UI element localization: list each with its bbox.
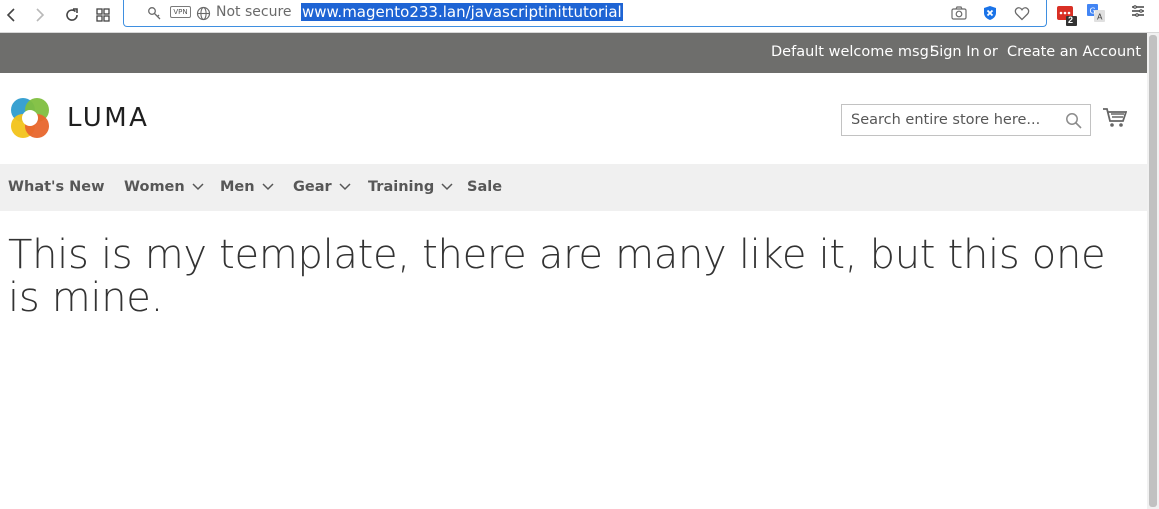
page-title: This is my template, there are many like… — [8, 232, 1106, 321]
svg-text:G: G — [1090, 7, 1096, 16]
menu-icon[interactable] — [1131, 4, 1151, 24]
sign-in-link[interactable]: Sign In — [930, 44, 980, 60]
extension-badge: 2 — [1068, 15, 1074, 25]
extension-icon[interactable]: 2 — [1057, 4, 1077, 26]
nav-item-label: Men — [220, 179, 255, 195]
reload-icon[interactable] — [60, 3, 84, 27]
key-icon[interactable] — [146, 5, 162, 21]
page-scrollbar[interactable] — [1147, 33, 1159, 509]
nav-item-training[interactable]: Training — [368, 179, 453, 195]
nav-item-whats-new[interactable]: What's New — [8, 179, 105, 195]
address-bar[interactable]: VPN Not secure www.magento233.lan/javasc… — [123, 0, 1047, 27]
svg-text:A: A — [1097, 13, 1103, 22]
forward-icon[interactable] — [27, 3, 51, 27]
or-separator: or — [983, 44, 998, 60]
back-icon[interactable] — [0, 3, 24, 27]
camera-icon[interactable] — [950, 5, 968, 21]
logo-text[interactable]: LUMA — [67, 103, 149, 133]
nav-item-label: Women — [124, 179, 185, 195]
main-navigation: What's New Women Men Gear Training Sale — [0, 164, 1147, 211]
nav-item-label: Training — [368, 179, 435, 195]
search-box — [841, 104, 1091, 136]
globe-icon[interactable] — [195, 5, 211, 21]
luma-logo-icon[interactable] — [8, 96, 52, 140]
nav-item-label: What's New — [8, 179, 105, 195]
panel-header: Default welcome msg! Sign In or Create a… — [0, 33, 1147, 73]
chevron-down-icon — [339, 183, 351, 191]
heart-icon[interactable] — [1013, 5, 1031, 21]
chevron-down-icon — [262, 183, 274, 191]
browser-toolbar: VPN Not secure www.magento233.lan/javasc… — [0, 0, 1159, 33]
tabs-grid-icon[interactable] — [91, 3, 115, 27]
chevron-down-icon — [192, 183, 204, 191]
translate-icon[interactable]: GA — [1087, 4, 1107, 24]
scrollbar-thumb[interactable] — [1149, 35, 1157, 507]
nav-item-gear[interactable]: Gear — [293, 179, 351, 195]
nav-item-label: Gear — [293, 179, 332, 195]
create-account-link[interactable]: Create an Account — [1007, 44, 1141, 60]
welcome-message: Default welcome msg! — [771, 44, 935, 60]
nav-item-women[interactable]: Women — [124, 179, 204, 195]
chevron-down-icon — [441, 183, 453, 191]
url-text[interactable]: www.magento233.lan/javascriptinittutoria… — [301, 3, 623, 21]
cart-icon[interactable] — [1103, 107, 1128, 129]
nav-item-sale[interactable]: Sale — [467, 179, 502, 195]
search-icon[interactable] — [1065, 112, 1082, 129]
security-label[interactable]: Not secure — [216, 4, 292, 20]
vpn-badge[interactable]: VPN — [170, 6, 191, 18]
adblock-shield-icon[interactable] — [981, 5, 999, 21]
search-input[interactable] — [842, 105, 1058, 135]
nav-item-men[interactable]: Men — [220, 179, 274, 195]
nav-item-label: Sale — [467, 179, 503, 195]
